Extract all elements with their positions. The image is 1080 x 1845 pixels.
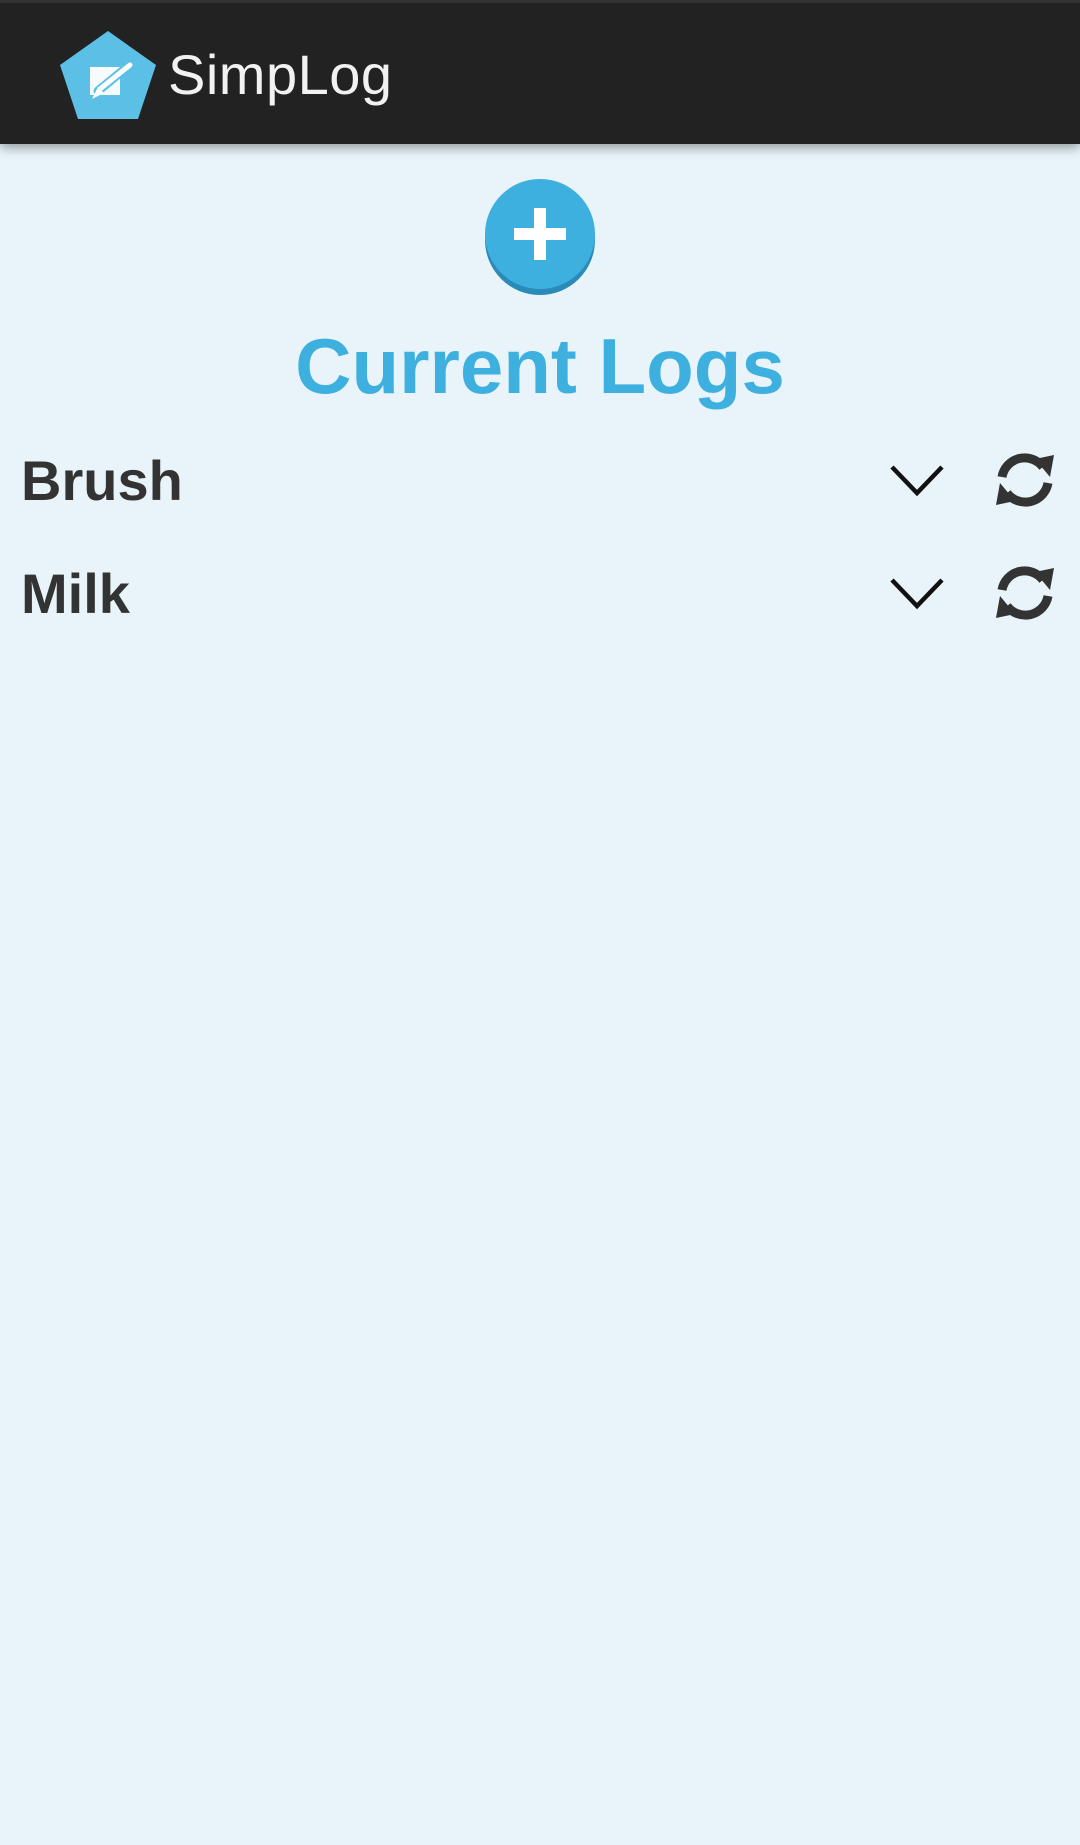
add-log-button[interactable] (484, 178, 596, 296)
log-name: Brush (21, 449, 183, 512)
chevron-down-icon[interactable] (886, 568, 948, 618)
chevron-down-icon[interactable] (886, 455, 948, 505)
refresh-icon[interactable] (990, 558, 1060, 628)
app-title: SimpLog (168, 43, 393, 106)
list-item[interactable]: Milk (0, 538, 1080, 648)
pentagon-pencil-icon (60, 31, 156, 119)
refresh-icon[interactable] (990, 445, 1060, 515)
log-name: Milk (21, 562, 130, 625)
list-item[interactable]: Brush (0, 425, 1080, 535)
section-title: Current Logs (295, 322, 785, 410)
action-bar: SimpLog (0, 0, 1080, 144)
